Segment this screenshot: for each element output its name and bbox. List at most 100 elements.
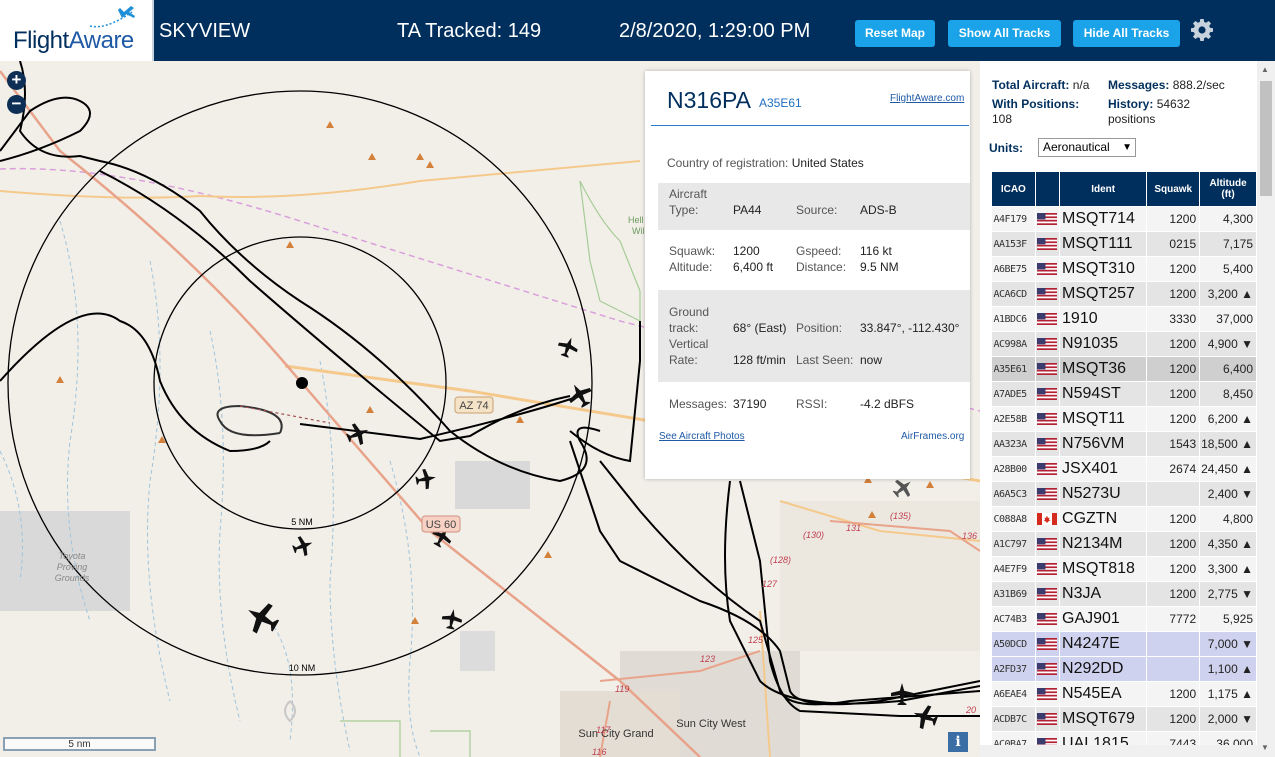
- table-row[interactable]: A2E58B MSQT11 1200 6,200 ▲: [991, 406, 1257, 432]
- messages-block: Messages: 37190 RSSI: -4.2 dBFS: [658, 389, 970, 419]
- total-aircraft-label: Total Aircraft:: [992, 78, 1070, 92]
- flightaware-logo[interactable]: FlightAware: [0, 0, 154, 61]
- table-row[interactable]: A1BDC6 1910 3330 37,000: [991, 306, 1257, 332]
- source-value: ADS-B: [860, 203, 897, 217]
- row-altitude-value: 5,400: [1222, 262, 1253, 276]
- row-altitude-value: 37,000: [1216, 312, 1253, 326]
- altitude-trend-icon: ▲: [1241, 412, 1253, 426]
- map-info-button[interactable]: i: [948, 732, 968, 752]
- row-ident: JSX401: [1059, 456, 1148, 482]
- table-row[interactable]: C088A8 CGZTN 1200 4,800: [991, 506, 1257, 532]
- us-flag-icon: [1035, 406, 1061, 432]
- airframes-link[interactable]: AirFrames.org: [901, 431, 964, 442]
- flightaware-link[interactable]: FlightAware.com: [890, 93, 964, 104]
- us-flag-icon: [1035, 606, 1061, 632]
- gspeed-label: Gspeed:: [796, 244, 842, 258]
- messages-rate-value: 888.2/sec: [1172, 78, 1225, 92]
- row-altitude-value: 2,000: [1207, 712, 1238, 726]
- table-row[interactable]: A4E7F9 MSQT818 1200 3,300 ▲: [991, 556, 1257, 582]
- altitude-trend-icon: ▲: [1241, 662, 1253, 676]
- row-ident: MSQT257: [1059, 281, 1148, 307]
- col-icao[interactable]: ICAO: [991, 171, 1036, 207]
- row-squawk: 1200: [1146, 406, 1201, 432]
- row-ident: N594ST: [1059, 381, 1148, 407]
- row-ident: CGZTN: [1059, 506, 1148, 532]
- row-ident: MSQT714: [1059, 206, 1148, 232]
- table-row[interactable]: A6A5C3 N5273U 2,400 ▼: [991, 481, 1257, 507]
- table-row[interactable]: A2FD37 N292DD 1,100 ▲: [991, 656, 1257, 682]
- altitude-trend-icon: ▼: [1241, 337, 1253, 351]
- table-row[interactable]: AA323A N756VM 1543 18,500 ▲: [991, 431, 1257, 457]
- table-row[interactable]: A28B00 JSX401 2674 24,450 ▲: [991, 456, 1257, 482]
- row-squawk: 1200: [1146, 581, 1201, 607]
- row-altitude-value: 4,800: [1222, 512, 1253, 526]
- row-altitude-value: 4,300: [1222, 212, 1253, 226]
- with-positions-label: With Positions:: [992, 97, 1080, 111]
- hide-all-tracks-button[interactable]: Hide All Tracks: [1073, 20, 1180, 47]
- selected-track-dashed: [239, 405, 331, 424]
- altitude-trend-icon: ▲: [1241, 437, 1253, 451]
- table-row[interactable]: A7ADE5 N594ST 1200 8,450: [991, 381, 1257, 407]
- row-icao: AA153F: [991, 231, 1036, 257]
- row-squawk: 1200: [1146, 556, 1201, 582]
- zoom-in-button[interactable]: +: [7, 71, 26, 90]
- us-flag-icon: [1035, 556, 1061, 582]
- show-all-tracks-button[interactable]: Show All Tracks: [948, 20, 1061, 47]
- row-squawk: 0215: [1146, 231, 1201, 257]
- table-row[interactable]: A35E61 MSQT36 1200 6,400: [991, 356, 1257, 382]
- reset-map-button[interactable]: Reset Map: [855, 20, 935, 47]
- scroll-down-icon[interactable]: ▼: [1261, 743, 1269, 752]
- row-ident: N545EA: [1059, 681, 1148, 707]
- row-icao: A2FD37: [991, 656, 1036, 682]
- row-squawk: 2674: [1146, 456, 1201, 482]
- top-bar: FlightAware SKYVIEW TA Tracked: 149 2/8/…: [0, 0, 1275, 61]
- squawk-block: Squawk: 1200 Gspeed: 116 kt Altitude: 6,…: [658, 236, 970, 282]
- tracked-count: TA Tracked: 149: [397, 20, 542, 42]
- table-row[interactable]: A6EAE4 N545EA 1200 1,175 ▲: [991, 681, 1257, 707]
- altitude-label: Altitude:: [669, 260, 713, 274]
- row-squawk: 1200: [1146, 331, 1201, 357]
- row-icao: A4E7F9: [991, 556, 1036, 582]
- row-squawk: 1200: [1146, 706, 1201, 732]
- route-131: 131: [846, 523, 861, 533]
- chevron-down-icon: ▼: [1122, 142, 1132, 153]
- us-flag-icon: [1035, 481, 1061, 507]
- row-altitude: 4,800: [1199, 506, 1257, 532]
- table-row[interactable]: ACDB7C MSQT679 1200 2,000 ▼: [991, 706, 1257, 732]
- row-icao: A35E61: [991, 356, 1036, 382]
- table-row[interactable]: AC74B3 GAJ901 7772 5,925: [991, 606, 1257, 632]
- row-squawk: 1200: [1146, 206, 1201, 232]
- table-row[interactable]: AC998A N91035 1200 4,900 ▼: [991, 331, 1257, 357]
- row-squawk: [1146, 481, 1201, 507]
- scroll-up-icon[interactable]: ▲: [1261, 65, 1269, 74]
- table-row[interactable]: A50DCD N4247E 7,000 ▼: [991, 631, 1257, 657]
- table-row[interactable]: ACA6CD MSQT257 1200 3,200 ▲: [991, 281, 1257, 307]
- ground-track-value: 68° (East): [733, 321, 787, 335]
- route-20: 20: [965, 705, 976, 715]
- aircraft-photos-link[interactable]: See Aircraft Photos: [659, 431, 745, 442]
- sidebar-scrollbar[interactable]: ▲ ▼: [1257, 61, 1275, 757]
- place-hell-line1: Hell: [628, 215, 644, 225]
- row-altitude: 1,100 ▲: [1199, 656, 1257, 682]
- route-119: 119: [615, 684, 629, 694]
- col-flag[interactable]: [1034, 171, 1061, 207]
- col-ident[interactable]: Ident: [1059, 171, 1148, 207]
- ground-label-line1: Ground: [669, 305, 710, 319]
- gear-icon[interactable]: [1190, 18, 1214, 42]
- row-ident: N292DD: [1059, 656, 1148, 682]
- table-row[interactable]: A6BE75 MSQT310 1200 5,400: [991, 256, 1257, 282]
- row-icao: A6A5C3: [991, 481, 1036, 507]
- table-row[interactable]: A4F179 MSQT714 1200 4,300: [991, 206, 1257, 232]
- table-row[interactable]: AA153F MSQT111 0215 7,175: [991, 231, 1257, 257]
- col-altitude[interactable]: Altitude (ft): [1199, 171, 1257, 207]
- sidebar-h-scrollbar[interactable]: [980, 745, 1257, 757]
- table-row[interactable]: A1C797 N2134M 1200 4,350 ▲: [991, 531, 1257, 557]
- scrollbar-thumb[interactable]: [1260, 81, 1272, 196]
- table-row[interactable]: A31B69 N3JA 1200 2,775 ▼: [991, 581, 1257, 607]
- col-squawk[interactable]: Squawk: [1146, 171, 1201, 207]
- row-icao: A31B69: [991, 581, 1036, 607]
- units-select[interactable]: Aeronautical ▼: [1038, 138, 1136, 157]
- zoom-out-button[interactable]: −: [7, 95, 26, 114]
- selected-aircraft-panel: N316PA A35E61 FlightAware.com Country of…: [645, 71, 970, 479]
- vrate-label-line2: Rate:: [669, 353, 698, 367]
